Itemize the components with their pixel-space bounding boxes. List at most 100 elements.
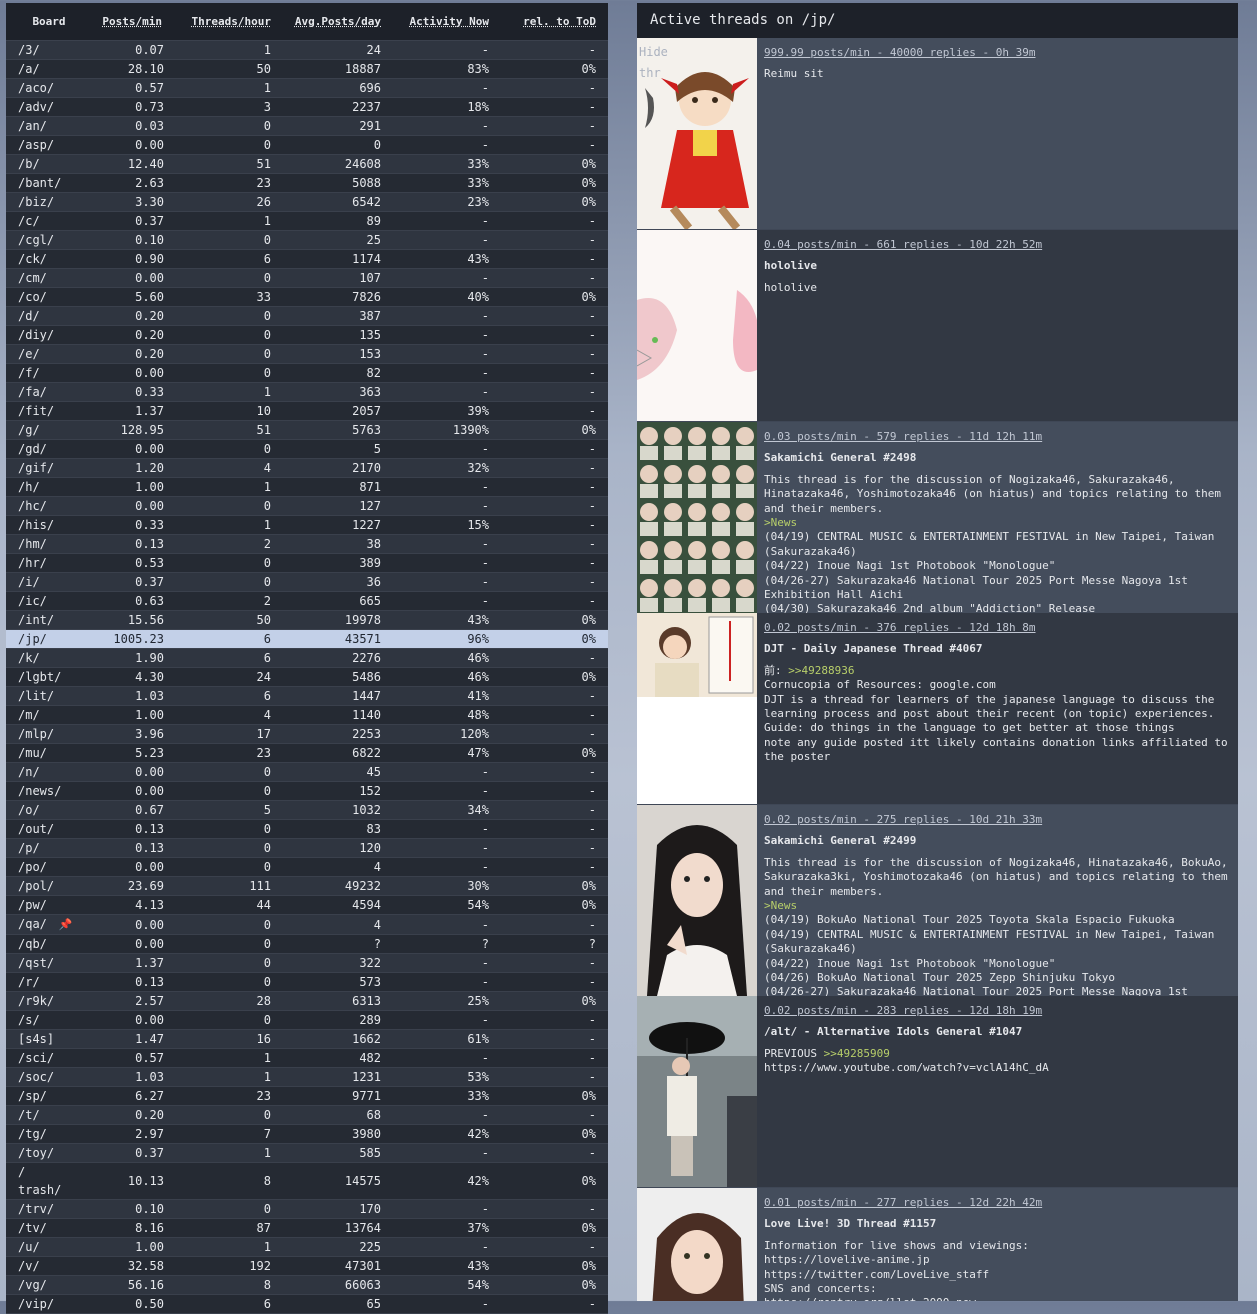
board-cell[interactable]: /f/: [6, 363, 92, 383]
board-cell[interactable]: /int/: [6, 610, 92, 630]
board-cell[interactable]: /bant/: [6, 173, 92, 193]
board-cell[interactable]: /mlp/: [6, 724, 92, 744]
board-cell[interactable]: /gd/: [6, 439, 92, 459]
board-cell[interactable]: /h/: [6, 477, 92, 497]
board-cell[interactable]: /n/: [6, 762, 92, 782]
table-row[interactable]: /qb/0.00 0???: [6, 934, 608, 954]
table-row[interactable]: /qst/1.37 0 322- -: [6, 953, 608, 973]
thread-thumbnail[interactable]: [637, 996, 757, 1187]
board-cell[interactable]: /po/: [6, 857, 92, 877]
table-row[interactable]: /fit/1.37 10 2057 39% -: [6, 401, 608, 421]
board-cell[interactable]: /qst/: [6, 953, 92, 973]
table-row[interactable]: /s/0.00 0 289- -: [6, 1010, 608, 1030]
table-row[interactable]: /gif/1.20 4 2170 32% -: [6, 458, 608, 478]
board-cell[interactable]: /asp/: [6, 135, 92, 155]
table-row[interactable]: /t/0.20 0 68- -: [6, 1105, 608, 1125]
thread-item[interactable]: Hide thr 999.99 posts/min - 40000 replies …: [637, 38, 1238, 229]
table-row[interactable]: /out/0.13 0 83- -: [6, 819, 608, 839]
table-row[interactable]: [s4s] 1.47 16 1662 61% -: [6, 1029, 608, 1049]
board-cell[interactable]: /soc/: [6, 1067, 92, 1087]
table-row[interactable]: /toy/0.37 1 585- -: [6, 1143, 608, 1163]
board-cell[interactable]: /co/: [6, 287, 92, 307]
board-cell[interactable]: /qa/📌: [6, 914, 92, 935]
table-row[interactable]: /e/0.20 0 153- -: [6, 344, 608, 364]
table-row[interactable]: /r/0.13 0 573- -: [6, 972, 608, 992]
table-row[interactable]: /diy/0.20 0 135- -: [6, 325, 608, 345]
table-row[interactable]: /soc/1.03 1 1231 53% -: [6, 1067, 608, 1087]
board-cell[interactable]: / trash/: [6, 1162, 92, 1200]
table-row[interactable]: /qa/📌 0.00 0 4- -: [6, 914, 608, 935]
board-cell[interactable]: /out/: [6, 819, 92, 839]
table-row[interactable]: / trash/10.13 8 14575 42% 0%: [6, 1162, 608, 1200]
thread-thumbnail[interactable]: [637, 1188, 757, 1301]
table-row[interactable]: /jp/1005.23 6 43571 96% 0%: [6, 629, 608, 649]
table-row[interactable]: /adv/0.73 3 2237 18% -: [6, 97, 608, 117]
board-cell[interactable]: /u/: [6, 1237, 92, 1257]
table-row[interactable]: /lit/1.03 6 1447 41% -: [6, 686, 608, 706]
table-row[interactable]: /ck/0.90 6 1174 43% -: [6, 249, 608, 269]
table-row[interactable]: /n/0.00 0 45- -: [6, 762, 608, 782]
board-cell[interactable]: /hr/: [6, 553, 92, 573]
hide-thread-overlay[interactable]: Hide thr: [639, 42, 668, 84]
board-cell[interactable]: /c/: [6, 211, 92, 231]
board-cell[interactable]: /g/: [6, 420, 92, 440]
board-cell[interactable]: /k/: [6, 648, 92, 668]
thread-meta-link[interactable]: 0.03 posts/min - 579 replies - 11d 12h 1…: [764, 430, 1230, 444]
table-row[interactable]: /biz/3.30 26 6542 23% 0%: [6, 192, 608, 212]
thread-item[interactable]: 0.02 posts/min - 376 replies - 12d 18h 8…: [637, 613, 1238, 804]
board-cell[interactable]: /fit/: [6, 401, 92, 421]
table-row[interactable]: /aco/0.57 1 696- -: [6, 78, 608, 98]
board-cell[interactable]: /o/: [6, 800, 92, 820]
board-cell[interactable]: /lit/: [6, 686, 92, 706]
table-row[interactable]: /hr/0.53 0 389- -: [6, 553, 608, 573]
table-row[interactable]: /c/0.37 1 89- -: [6, 211, 608, 231]
table-row[interactable]: /m/1.00 4 1140 48% -: [6, 705, 608, 725]
board-cell[interactable]: /hc/: [6, 496, 92, 516]
board-cell[interactable]: /vip/: [6, 1294, 92, 1314]
col-header-posts-min[interactable]: Posts/min: [92, 3, 176, 41]
col-header-threads-hour[interactable]: Threads/hour: [176, 3, 283, 41]
board-cell[interactable]: /r9k/: [6, 991, 92, 1011]
board-cell[interactable]: /tv/: [6, 1218, 92, 1238]
board-cell[interactable]: /vg/: [6, 1275, 92, 1295]
board-cell[interactable]: /aco/: [6, 78, 92, 98]
quote-link[interactable]: >>49285909: [824, 1047, 890, 1060]
board-cell[interactable]: /pw/: [6, 895, 92, 915]
board-cell[interactable]: /biz/: [6, 192, 92, 212]
board-cell[interactable]: /his/: [6, 515, 92, 535]
thread-meta-link[interactable]: 0.02 posts/min - 283 replies - 12d 18h 1…: [764, 1004, 1230, 1018]
table-row[interactable]: /int/15.56 50 19978 43% 0%: [6, 610, 608, 630]
table-row[interactable]: /u/1.00 1 225- -: [6, 1237, 608, 1257]
board-cell[interactable]: /diy/: [6, 325, 92, 345]
table-row[interactable]: /mu/5.23 23 6822 47% 0%: [6, 743, 608, 763]
board-cell[interactable]: /i/: [6, 572, 92, 592]
board-cell[interactable]: /cgl/: [6, 230, 92, 250]
board-cell[interactable]: /ic/: [6, 591, 92, 611]
board-cell[interactable]: /d/: [6, 306, 92, 326]
table-row[interactable]: /o/0.67 5 1032 34% -: [6, 800, 608, 820]
table-row[interactable]: /d/0.20 0 387- -: [6, 306, 608, 326]
board-cell[interactable]: [s4s]: [6, 1029, 92, 1049]
table-row[interactable]: /tv/8.16 87 13764 37% 0%: [6, 1218, 608, 1238]
table-row[interactable]: /sp/6.27 23 9771 33% 0%: [6, 1086, 608, 1106]
col-header-activity-now[interactable]: Activity Now: [393, 3, 501, 41]
table-row[interactable]: /po/0.00 0 4- -: [6, 857, 608, 877]
board-cell[interactable]: /a/: [6, 59, 92, 79]
table-row[interactable]: /i/0.37 0 36- -: [6, 572, 608, 592]
table-row[interactable]: /asp/0.00 0 0- -: [6, 135, 608, 155]
table-row[interactable]: /sci/0.57 1 482- -: [6, 1048, 608, 1068]
table-row[interactable]: /hm/0.13 2 38- -: [6, 534, 608, 554]
table-row[interactable]: /cgl/0.10 0 25- -: [6, 230, 608, 250]
board-cell[interactable]: /an/: [6, 116, 92, 136]
table-row[interactable]: /vg/56.16 8 66063 54% 0%: [6, 1275, 608, 1295]
board-cell[interactable]: /hm/: [6, 534, 92, 554]
board-cell[interactable]: /lgbt/: [6, 667, 92, 687]
thread-meta-link[interactable]: 0.01 posts/min - 277 replies - 12d 22h 4…: [764, 1196, 1230, 1210]
table-row[interactable]: /his/0.33 1 1227 15% -: [6, 515, 608, 535]
thread-item[interactable]: 0.02 posts/min - 283 replies - 12d 18h 1…: [637, 996, 1238, 1187]
board-cell[interactable]: /sci/: [6, 1048, 92, 1068]
table-row[interactable]: /mlp/3.96 17 2253 120% -: [6, 724, 608, 744]
table-row[interactable]: /r9k/2.57 28 6313 25% 0%: [6, 991, 608, 1011]
table-row[interactable]: /pw/4.13 44 4594 54% 0%: [6, 895, 608, 915]
table-row[interactable]: /hc/0.00 0 127- -: [6, 496, 608, 516]
